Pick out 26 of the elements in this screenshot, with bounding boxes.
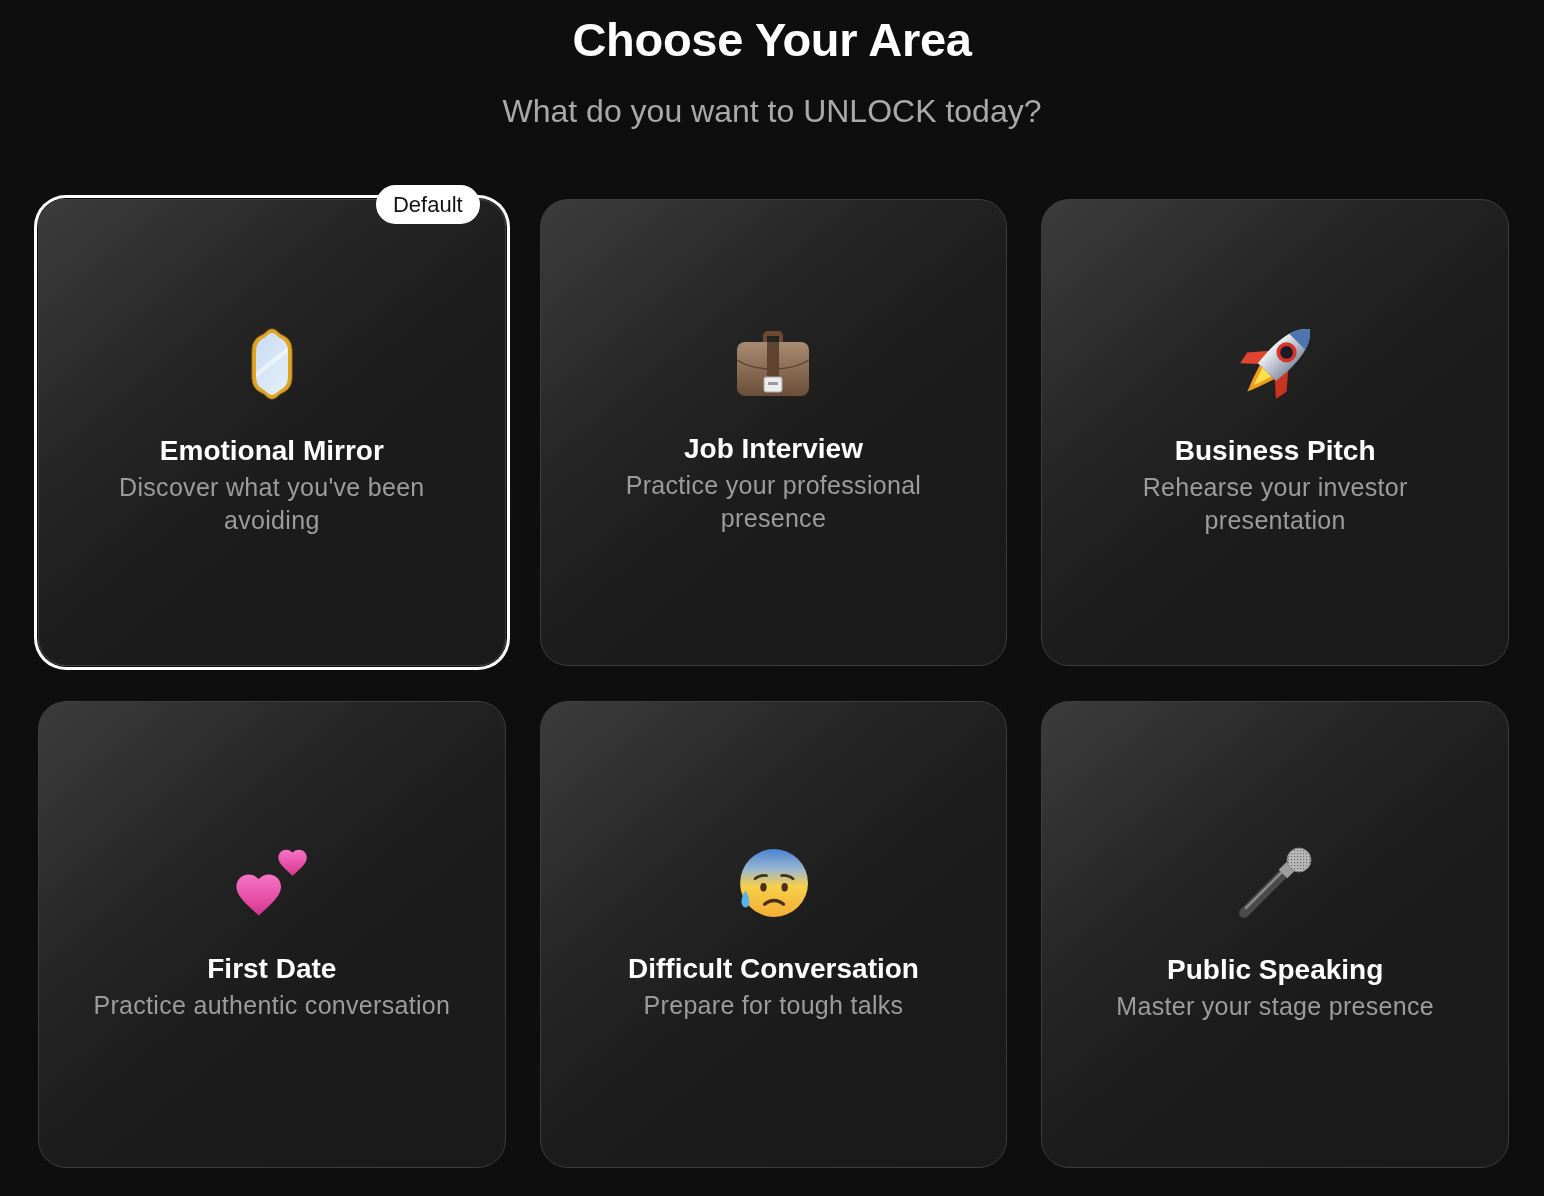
card-description: Rehearse your investor presentation [1141,472,1409,536]
card-description: Practice your professional presence [624,470,923,534]
two-hearts-icon [235,847,308,918]
card-title: First Date [207,951,337,986]
card-title: Job Interview [684,432,863,466]
card-title: Emotional Mirror [159,434,384,468]
anxious-face-icon [738,847,809,918]
briefcase-icon [735,330,812,398]
area-card[interactable]: Job Interview Practice your professional presence [539,199,1008,666]
card-title: Public Speaking [1167,952,1384,987]
card-description: Prepare for tough talks [643,989,904,1021]
card-description: Master your stage presence [1116,990,1434,1022]
rocket-icon [1239,328,1312,400]
area-card[interactable]: First Date Practice authentic conversation [38,701,506,1168]
card-description: Practice authentic conversation [93,989,451,1021]
card-title: Difficult Conversation [628,951,919,986]
card-description: Discover what you've been avoiding [118,472,426,536]
area-card[interactable]: Public Speaking Master your stage presence [1041,701,1509,1168]
microphone-icon [1237,846,1314,919]
page-title: Choose Your Area [572,12,972,68]
card-title: Business Pitch [1174,434,1376,468]
default-badge: Default [375,185,480,224]
area-card[interactable]: Difficult Conversation Prepare for tough talks [539,701,1008,1168]
page-subtitle: What do you want to UNLOCK today? [502,92,1042,131]
area-card[interactable]: Business Pitch Rehearse your investor presentation [1041,199,1509,666]
mirror-icon [248,328,295,400]
